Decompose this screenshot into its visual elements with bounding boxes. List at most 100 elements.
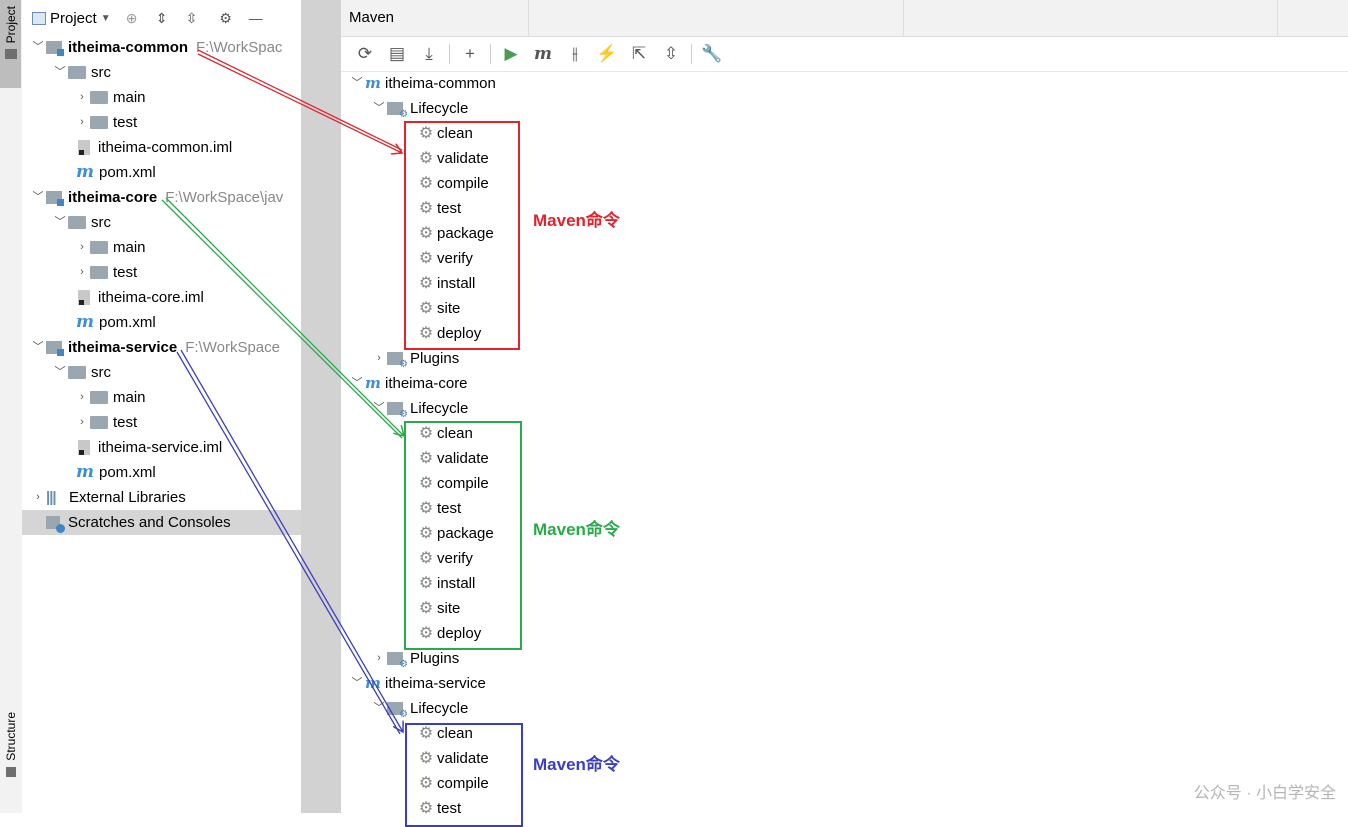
project-view-label: Project	[50, 9, 97, 27]
iml-file-icon	[78, 140, 90, 155]
chevron-down-icon[interactable]: ﹀	[371, 96, 387, 121]
annotation-label-green: Maven命令	[533, 520, 620, 539]
tree-item-folder[interactable]: ﹀ src	[52, 60, 112, 85]
maven-panel: Maven ⟳ ▤ ⤓ + ▶ m ⫲ ⚡ ⇱ ⇳ 🔧 ﹀ m itheima-…	[341, 0, 1348, 827]
wrench-icon[interactable]: 🔧	[696, 41, 728, 67]
maven-module[interactable]: ﹀ m itheima-core	[349, 371, 468, 396]
chevron-right-icon[interactable]: ›	[74, 235, 90, 260]
folder-icon	[90, 416, 108, 429]
chevron-down-icon[interactable]: ﹀	[371, 696, 387, 721]
tree-item-external-libraries[interactable]: › ||| External Libraries	[30, 485, 186, 510]
tree-item-label: main	[113, 239, 146, 256]
tree-item-label: test	[113, 264, 138, 281]
chevron-down-icon[interactable]: ﹀	[349, 671, 365, 696]
annotation-label-blue: Maven命令	[533, 755, 620, 774]
folder-icon	[90, 91, 108, 104]
collapse-all-icon[interactable]: ⇳	[185, 11, 199, 25]
chevron-down-icon[interactable]: ﹀	[52, 60, 68, 85]
lifecycle-label: Lifecycle	[410, 700, 469, 717]
lifecycle-node[interactable]: ﹀ Lifecycle	[371, 396, 469, 421]
chevron-down-icon[interactable]: ﹀	[349, 371, 365, 396]
tree-item-folder[interactable]: › test	[74, 410, 137, 435]
structure-tool-tab[interactable]: Structure	[0, 706, 21, 790]
tree-item-label: main	[113, 89, 146, 106]
chevron-right-icon[interactable]: ›	[74, 110, 90, 135]
tree-item-folder[interactable]: › main	[74, 235, 146, 260]
tree-item-file[interactable]: m pom.xml	[76, 460, 156, 485]
watermark: 公众号 · 小白学安全	[1193, 785, 1336, 802]
module-folder-icon	[46, 41, 64, 56]
tree-item-scratches[interactable]: Scratches and Consoles	[22, 510, 301, 535]
chevron-right-icon[interactable]: ›	[74, 410, 90, 435]
generate-sources-icon[interactable]: ▤	[381, 41, 413, 67]
tree-item-file[interactable]: itheima-core.iml	[76, 285, 204, 310]
chevron-right-icon[interactable]: ›	[30, 485, 46, 510]
lifecycle-folder-icon	[387, 702, 408, 720]
maven-module[interactable]: ﹀ m itheima-common	[349, 71, 496, 96]
folder-icon	[90, 116, 108, 129]
tree-item-label: src	[91, 364, 111, 381]
maven-file-icon: m	[76, 462, 94, 482]
structure-icon	[5, 766, 16, 777]
tree-item-module[interactable]: ﹀ itheima-core F:\WorkSpace\jav	[30, 185, 283, 210]
maven-panel-title: Maven	[349, 9, 395, 26]
chevron-right-icon[interactable]: ›	[371, 346, 387, 371]
tree-item-folder[interactable]: › test	[74, 110, 137, 135]
chevron-right-icon[interactable]: ›	[371, 646, 387, 671]
panel-splitter[interactable]	[301, 0, 341, 813]
tree-item-label: External Libraries	[69, 489, 186, 506]
tree-item-folder[interactable]: ﹀ src	[52, 210, 112, 235]
tree-item-module[interactable]: ﹀ itheima-common F:\WorkSpac	[30, 35, 282, 60]
tree-item-label: src	[91, 214, 111, 231]
maven-module[interactable]: ﹀ m itheima-service	[349, 671, 486, 696]
tree-item-folder[interactable]: › main	[74, 85, 146, 110]
lifecycle-node[interactable]: ﹀ Lifecycle	[371, 696, 469, 721]
add-icon[interactable]: +	[454, 41, 486, 67]
chevron-down-icon[interactable]: ﹀	[52, 210, 68, 235]
plugins-folder-icon	[387, 652, 408, 670]
skip-tests-icon[interactable]: ⚡	[591, 41, 623, 67]
tree-item-file[interactable]: itheima-common.iml	[76, 135, 232, 160]
locate-icon[interactable]: ⊕	[125, 11, 139, 25]
gear-icon[interactable]: ⚙	[219, 11, 233, 25]
scratches-icon	[46, 516, 65, 533]
run-icon[interactable]: ▶	[495, 41, 527, 67]
tree-item-label: src	[91, 64, 111, 81]
chevron-down-icon[interactable]: ﹀	[349, 71, 365, 96]
reload-icon[interactable]: ⟳	[349, 41, 381, 67]
collapse-all-icon[interactable]: ⇳	[655, 41, 687, 67]
tree-item-label: itheima-core.iml	[98, 289, 204, 306]
chevron-down-icon[interactable]: ﹀	[30, 185, 46, 210]
library-icon: |||	[46, 489, 57, 506]
tree-item-file[interactable]: itheima-service.iml	[76, 435, 222, 460]
tree-item-file[interactable]: m pom.xml	[76, 160, 156, 185]
tree-item-module[interactable]: ﹀ itheima-service F:\WorkSpace	[30, 335, 280, 360]
tree-item-folder[interactable]: ﹀ src	[52, 360, 112, 385]
tree-item-file[interactable]: m pom.xml	[76, 310, 156, 335]
toggle-offline-icon[interactable]: ⫲	[559, 41, 591, 67]
show-dependencies-icon[interactable]: ⇱	[623, 41, 655, 67]
folder-icon	[68, 66, 86, 79]
project-tool-tab[interactable]: Project	[0, 0, 21, 88]
module-path: F:\WorkSpace	[185, 339, 280, 356]
window-icon	[32, 11, 46, 25]
chevron-down-icon[interactable]: ﹀	[30, 35, 46, 60]
chevron-right-icon[interactable]: ›	[74, 385, 90, 410]
chevron-down-icon[interactable]: ﹀	[52, 360, 68, 385]
tree-item-label: pom.xml	[99, 314, 156, 331]
lifecycle-node[interactable]: ﹀ Lifecycle	[371, 96, 469, 121]
chevron-down-icon[interactable]: ﹀	[30, 335, 46, 360]
tree-item-label: main	[113, 389, 146, 406]
tree-item-folder[interactable]: › main	[74, 385, 146, 410]
chevron-right-icon[interactable]: ›	[74, 260, 90, 285]
maven-module-icon: m	[365, 74, 381, 92]
chevron-right-icon[interactable]: ›	[74, 85, 90, 110]
hide-panel-icon[interactable]: —	[249, 11, 263, 25]
maven-goal-icon[interactable]: m	[527, 41, 559, 67]
project-view-selector[interactable]: Project ▼	[32, 10, 111, 27]
expand-all-icon[interactable]: ⇕	[155, 11, 169, 25]
download-icon[interactable]: ⤓	[413, 41, 445, 67]
chevron-down-icon[interactable]: ﹀	[371, 396, 387, 421]
tree-item-label: pom.xml	[99, 464, 156, 481]
tree-item-folder[interactable]: › test	[74, 260, 137, 285]
